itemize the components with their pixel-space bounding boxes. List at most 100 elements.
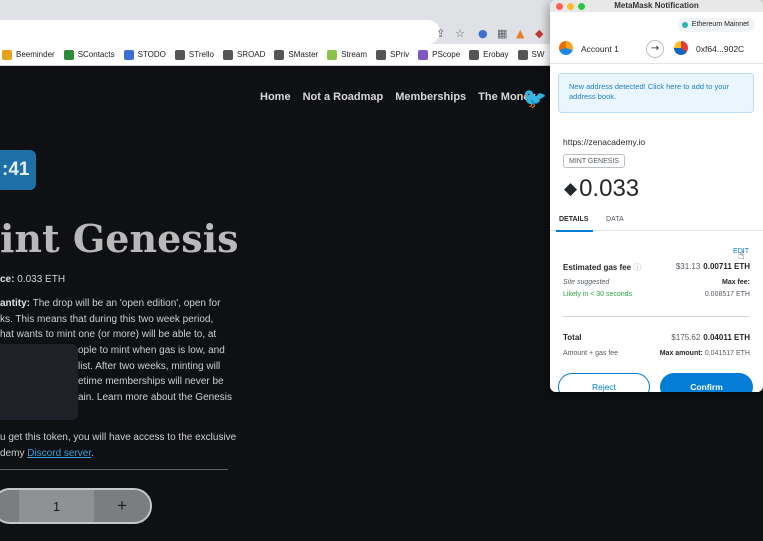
- bookmark-item[interactable]: SW: [517, 49, 545, 60]
- max-amount-value: 0.041517 ETH: [704, 350, 750, 357]
- quantity-label: antity:: [0, 298, 30, 309]
- bookmark-label: SW: [531, 50, 545, 59]
- bookmark-icon: [2, 49, 12, 60]
- window-title: MetaMask Notification: [614, 1, 699, 10]
- tabs: DETAILS DATA: [550, 213, 763, 232]
- site-origin: https://zenacademy.io: [563, 137, 646, 147]
- description-line: list. After two weeks, minting will: [78, 360, 221, 372]
- gas-fee-eth: 0.00711 ETH: [703, 262, 750, 271]
- tab-data[interactable]: DATA: [606, 216, 624, 223]
- arrow-right-icon: →: [646, 40, 664, 58]
- bookmark-icon: [469, 49, 480, 60]
- bookmark-label: Erobay: [483, 50, 509, 59]
- bookmark-icon: [222, 49, 233, 60]
- account-row: Account 1 → 0xf64...902C: [550, 34, 763, 64]
- share-icon[interactable]: ⇪: [436, 27, 445, 40]
- gas-fee-label: Estimated gas fee: [563, 263, 632, 272]
- bookmark-item[interactable]: Stream: [327, 49, 367, 60]
- bookmark-icon: [327, 49, 338, 60]
- extension-icon[interactable]: ●: [478, 27, 488, 40]
- amount-gas-row: Amount + gas fee Max amount: 0.041517 ET…: [563, 350, 750, 357]
- bookmark-label: Stream: [341, 50, 367, 59]
- metamask-fox-icon[interactable]: ▲: [516, 27, 524, 40]
- ethereum-icon: ◆: [564, 179, 578, 199]
- site-suggested-row: Site suggested Max fee:: [563, 279, 750, 286]
- amount-row: ◆ 0.033: [564, 175, 639, 203]
- tab-details[interactable]: DETAILS: [559, 216, 588, 223]
- bookmark-label: SMaster: [288, 50, 319, 59]
- bookmark-label: SROAD: [236, 50, 266, 59]
- bookmark-star-icon[interactable]: ☆: [455, 27, 465, 40]
- description-line: ks. This means that during this two week…: [0, 313, 214, 325]
- bookmark-item[interactable]: PScope: [418, 49, 461, 60]
- price-line: ce: 0.033 ETH: [0, 274, 65, 285]
- bookmark-icon: [274, 49, 285, 60]
- from-account[interactable]: Account 1: [581, 44, 619, 54]
- description-line: antity: The drop will be an 'open editio…: [0, 296, 235, 312]
- screen: ⇪ ☆ ● ▦ ▲ ◆ Beeminder SContacts STODO STrel…: [0, 0, 763, 541]
- info-icon[interactable]: ⓘ: [633, 263, 641, 272]
- max-amount-label: Max amount:: [659, 350, 703, 357]
- bookmark-label: PScope: [432, 50, 461, 59]
- bookmark-item[interactable]: SMaster: [274, 49, 319, 60]
- site-suggested-label: Site suggested: [563, 279, 610, 286]
- bookmark-item[interactable]: Erobay: [469, 49, 509, 60]
- gas-fee-row: Estimated gas fee ⓘ $31.13 0.00711 ETH: [563, 262, 750, 273]
- overlay-card: [0, 344, 78, 420]
- divider: [563, 316, 750, 317]
- network-status-icon: [681, 22, 688, 28]
- total-usd: $175.62: [671, 333, 701, 342]
- amount-gas-label: Amount + gas fee: [563, 350, 619, 357]
- bookmark-item[interactable]: SROAD: [222, 49, 266, 60]
- confirm-button[interactable]: Confirm: [660, 373, 753, 392]
- description-line: ain. Learn more about the Genesis: [78, 391, 232, 403]
- bookmark-item[interactable]: SContacts: [63, 49, 115, 60]
- bookmark-icon: [123, 49, 134, 60]
- access-text-line: u get this token, you will have access t…: [0, 432, 237, 443]
- avatar: [674, 41, 688, 55]
- address-bar[interactable]: [0, 20, 440, 44]
- page-title: int Genesis: [0, 216, 239, 261]
- bookmark-label: SContacts: [77, 50, 115, 59]
- max-fee-label: Max fee:: [721, 279, 750, 286]
- to-address[interactable]: 0xf64...902C: [696, 44, 744, 54]
- new-address-notice[interactable]: New address detected! Click here to add …: [558, 73, 754, 113]
- reject-button[interactable]: Reject: [558, 373, 650, 392]
- bookmark-item[interactable]: STrello: [174, 49, 214, 60]
- bookmark-icon: [418, 49, 429, 60]
- total-row: Total $175.62 0.04011 ETH: [563, 333, 750, 342]
- bookmark-item[interactable]: Beeminder: [2, 49, 55, 60]
- method-badge: MINT GENESIS: [563, 154, 626, 168]
- network-selector[interactable]: Ethereum Mainnet: [677, 18, 755, 32]
- decrement-button[interactable]: [0, 490, 19, 522]
- bookmark-item[interactable]: STODO: [123, 49, 166, 60]
- likely-row: Likely in < 30 seconds 0.008517 ETH: [563, 291, 750, 298]
- details-panel: [550, 232, 763, 392]
- bookmark-label: Beeminder: [16, 50, 55, 59]
- access-text: u get this token, you will have access t…: [0, 430, 236, 461]
- access-text-line: demy Discord server.: [0, 447, 94, 459]
- total-eth: 0.04011 ETH: [703, 333, 750, 342]
- avatar: [559, 41, 573, 55]
- description-line: hat wants to mint one (or more) will be …: [0, 329, 217, 340]
- nav-link[interactable]: Not a Roadmap: [303, 91, 384, 103]
- twitter-icon[interactable]: 🐦: [522, 86, 547, 111]
- site-nav: Home Not a Roadmap Memberships The Money: [260, 91, 536, 103]
- bookmark-item[interactable]: SPriv: [376, 49, 409, 60]
- countdown-timer: :41: [0, 150, 36, 190]
- nav-link[interactable]: Memberships: [395, 91, 466, 103]
- max-fee-value: 0.008517 ETH: [704, 291, 750, 298]
- price-value: 0.033 ETH: [17, 274, 66, 285]
- quantity-value[interactable]: 1: [19, 499, 94, 514]
- shield-icon[interactable]: ◆: [535, 27, 543, 40]
- discord-link[interactable]: Discord server: [27, 448, 91, 459]
- likely-time: Likely in < 30 seconds: [563, 291, 633, 298]
- description-line: ople to mint when gas is low, and: [78, 345, 225, 356]
- bookmark-icon: [517, 49, 528, 60]
- increment-button[interactable]: +: [94, 490, 150, 522]
- extension-icon[interactable]: ▦: [497, 27, 507, 40]
- description-line: etime memberships will never be: [78, 376, 224, 387]
- bookmark-icon: [174, 49, 185, 60]
- total-label: Total: [563, 333, 582, 342]
- nav-link[interactable]: Home: [260, 91, 291, 103]
